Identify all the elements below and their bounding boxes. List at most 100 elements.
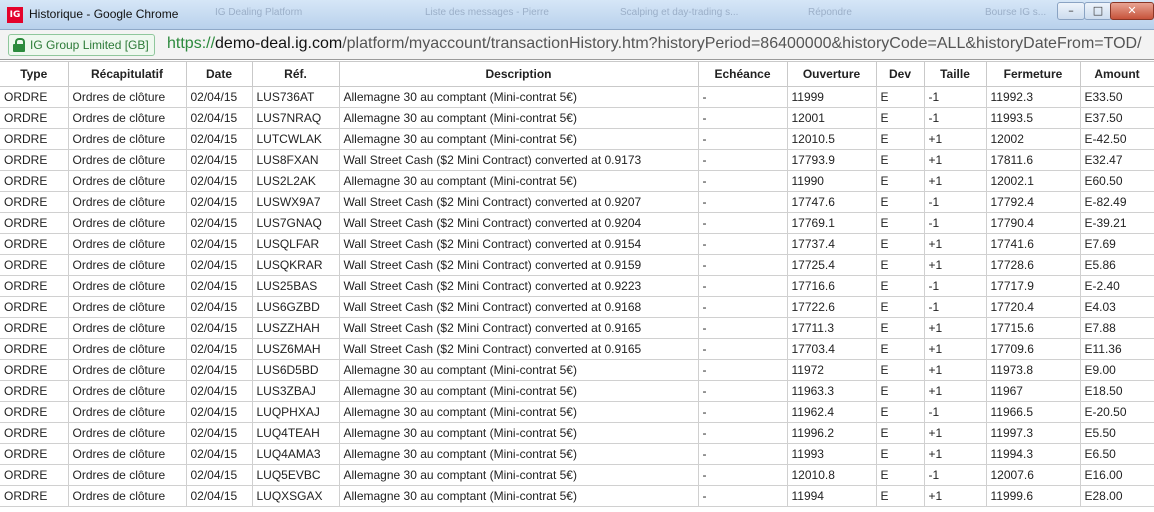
cell-description: Wall Street Cash ($2 Mini Contract) conv… bbox=[338, 191, 699, 213]
cell-amount: E33.50 bbox=[1079, 86, 1154, 108]
cell-dev: E bbox=[875, 254, 925, 276]
column-header-dev[interactable]: Dev bbox=[875, 61, 925, 87]
cell-echeance: - bbox=[697, 212, 788, 234]
cell-description: Allemagne 30 au comptant (Mini-contrat 5… bbox=[338, 128, 699, 150]
window-title-bar: IG Historique - Google Chrome IG Dealing… bbox=[0, 0, 1154, 30]
url-host: demo-deal.ig.com bbox=[215, 35, 343, 52]
column-header-amount[interactable]: Amount bbox=[1079, 61, 1154, 87]
cell-ouverture: 11996.2 bbox=[786, 422, 877, 444]
cell-description: Wall Street Cash ($2 Mini Contract) conv… bbox=[338, 338, 699, 360]
column-header-ref[interactable]: Réf. bbox=[251, 61, 340, 87]
column-header-date[interactable]: Date bbox=[185, 61, 253, 87]
cell-echeance: - bbox=[697, 128, 788, 150]
cell-dev: E bbox=[875, 359, 925, 381]
cell-dev: E bbox=[875, 212, 925, 234]
column-header-type[interactable]: Type bbox=[0, 61, 69, 87]
url-text[interactable]: https://demo-deal.ig.com/platform/myacco… bbox=[167, 35, 1142, 53]
cell-ouverture: 11999 bbox=[786, 86, 877, 108]
table-body: ORDRE Ordres de clôture 02/04/15 LUS736AT Al… bbox=[0, 86, 1154, 507]
table-row: ORDRE Ordres de clôture 02/04/15 LUQPHXAJ Al… bbox=[0, 401, 1154, 423]
certificate-owner-label: IG Group Limited [GB] bbox=[30, 38, 149, 52]
cell-ref: LUS25BAS bbox=[251, 275, 340, 297]
cell-dev: E bbox=[875, 485, 925, 507]
cell-amount: E-20.50 bbox=[1079, 401, 1154, 423]
cell-ref: LUS8FXAN bbox=[251, 149, 340, 171]
cell-echeance: - bbox=[697, 443, 788, 465]
cell-ouverture: 17769.1 bbox=[786, 212, 877, 234]
cell-fermeture: 11967 bbox=[985, 380, 1081, 402]
table-row: ORDRE Ordres de clôture 02/04/15 LUS3ZBAJ Al… bbox=[0, 380, 1154, 402]
cell-ref: LUQPHXAJ bbox=[251, 401, 340, 423]
cell-dev: E bbox=[875, 296, 925, 318]
cell-type: ORDRE bbox=[0, 338, 69, 360]
cell-ouverture: 17722.6 bbox=[786, 296, 877, 318]
cell-echeance: - bbox=[697, 170, 788, 192]
cell-echeance: - bbox=[697, 254, 788, 276]
cell-dev: E bbox=[875, 170, 925, 192]
cell-amount: E7.69 bbox=[1079, 233, 1154, 255]
transaction-history-page: Type Récapitulatif Date Réf. Description Eché… bbox=[0, 61, 1154, 512]
cell-description: Wall Street Cash ($2 Mini Contract) conv… bbox=[338, 233, 699, 255]
cell-date: 02/04/15 bbox=[185, 443, 253, 465]
address-bar[interactable]: IG Group Limited [GB] https://demo-deal.… bbox=[0, 30, 1154, 60]
column-header-ouverture[interactable]: Ouverture bbox=[786, 61, 877, 87]
table-header-row: Type Récapitulatif Date Réf. Description Eché… bbox=[0, 61, 1154, 87]
cell-amount: E11.36 bbox=[1079, 338, 1154, 360]
cell-type: ORDRE bbox=[0, 212, 69, 234]
cell-description: Wall Street Cash ($2 Mini Contract) conv… bbox=[338, 296, 699, 318]
cell-dev: E bbox=[875, 401, 925, 423]
cell-echeance: - bbox=[697, 338, 788, 360]
cell-dev: E bbox=[875, 317, 925, 339]
cell-ref: LUS736AT bbox=[251, 86, 340, 108]
maximize-button[interactable]: □ bbox=[1084, 2, 1112, 20]
cell-recapitulatif: Ordres de clôture bbox=[67, 359, 187, 381]
column-header-recapitulatif[interactable]: Récapitulatif bbox=[67, 61, 187, 87]
table-row: ORDRE Ordres de clôture 02/04/15 LUS6GZBD Wa… bbox=[0, 296, 1154, 318]
table-row: ORDRE Ordres de clôture 02/04/15 LUS25BAS Wa… bbox=[0, 275, 1154, 297]
cell-ref: LUS2L2AK bbox=[251, 170, 340, 192]
cell-amount: E37.50 bbox=[1079, 107, 1154, 129]
cell-taille: -1 bbox=[923, 212, 987, 234]
cell-ref: LUS3ZBAJ bbox=[251, 380, 340, 402]
cell-taille: +1 bbox=[923, 254, 987, 276]
cell-date: 02/04/15 bbox=[185, 464, 253, 486]
cell-description: Allemagne 30 au comptant (Mini-contrat 5… bbox=[338, 422, 699, 444]
cell-type: ORDRE bbox=[0, 107, 69, 129]
transaction-history-table: Type Récapitulatif Date Réf. Description Eché… bbox=[0, 61, 1154, 507]
column-header-fermeture[interactable]: Fermeture bbox=[985, 61, 1081, 87]
cell-amount: E5.50 bbox=[1079, 422, 1154, 444]
cell-type: ORDRE bbox=[0, 401, 69, 423]
column-header-taille[interactable]: Taille bbox=[923, 61, 987, 87]
cell-description: Allemagne 30 au comptant (Mini-contrat 5… bbox=[338, 380, 699, 402]
security-indicator[interactable]: IG Group Limited [GB] bbox=[8, 34, 155, 56]
cell-type: ORDRE bbox=[0, 233, 69, 255]
cell-description: Wall Street Cash ($2 Mini Contract) conv… bbox=[338, 212, 699, 234]
ig-logo-icon: IG bbox=[7, 7, 23, 23]
cell-date: 02/04/15 bbox=[185, 107, 253, 129]
table-row: ORDRE Ordres de clôture 02/04/15 LUSQKRAR Wa… bbox=[0, 254, 1154, 276]
cell-echeance: - bbox=[697, 233, 788, 255]
table-row: ORDRE Ordres de clôture 02/04/15 LUSZZHAH Wa… bbox=[0, 317, 1154, 339]
cell-echeance: - bbox=[697, 422, 788, 444]
column-header-echeance[interactable]: Echéance bbox=[697, 61, 788, 87]
cell-dev: E bbox=[875, 338, 925, 360]
cell-description: Allemagne 30 au comptant (Mini-contrat 5… bbox=[338, 107, 699, 129]
cell-taille: -1 bbox=[923, 191, 987, 213]
cell-fermeture: 17709.6 bbox=[985, 338, 1081, 360]
url-path: /platform/myaccount/transactionHistory.h… bbox=[342, 35, 1142, 52]
cell-echeance: - bbox=[697, 317, 788, 339]
background-tab-title: Répondre bbox=[808, 7, 852, 18]
cell-fermeture: 17811.6 bbox=[985, 149, 1081, 171]
cell-date: 02/04/15 bbox=[185, 317, 253, 339]
minimize-button[interactable]: – bbox=[1057, 2, 1085, 20]
close-button[interactable]: ✕ bbox=[1110, 2, 1154, 20]
table-row: ORDRE Ordres de clôture 02/04/15 LUQXSGAX Al… bbox=[0, 485, 1154, 507]
cell-amount: E6.50 bbox=[1079, 443, 1154, 465]
cell-echeance: - bbox=[697, 359, 788, 381]
cell-amount: E-82.49 bbox=[1079, 191, 1154, 213]
cell-amount: E-2.40 bbox=[1079, 275, 1154, 297]
cell-recapitulatif: Ordres de clôture bbox=[67, 128, 187, 150]
column-header-description[interactable]: Description bbox=[338, 61, 699, 87]
cell-date: 02/04/15 bbox=[185, 233, 253, 255]
cell-ouverture: 12010.5 bbox=[786, 128, 877, 150]
